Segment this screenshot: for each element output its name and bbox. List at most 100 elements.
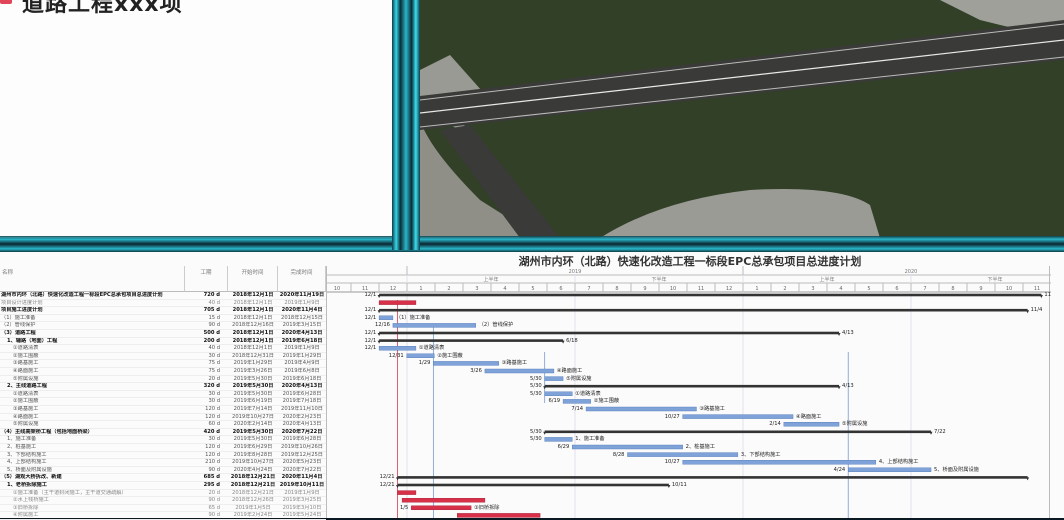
task-end: 2020年4月13日 — [281, 330, 323, 336]
task-duration: 15 d — [208, 314, 220, 321]
half-label: 下半年 — [651, 276, 666, 283]
bar-task-label: ④路面施工 — [796, 413, 822, 420]
table-row[interactable]: （2）管线保护 90 d 2018年12月16日 2019年3月15日 — [0, 322, 326, 330]
task-start: 2018年12月1日 — [233, 299, 273, 306]
task-end: 2019年6月8日 — [284, 368, 320, 374]
bar-task-label: ⑤附属设施 — [566, 375, 592, 382]
bar-start-date: 10/27 — [664, 459, 680, 466]
slide-title-panel: 道路工程xxx项 — [0, 0, 392, 238]
bar-task-label: 5、桥面及附属设施 — [934, 466, 979, 473]
month-label: 3 — [475, 286, 478, 292]
table-row[interactable]: 项目施工进度计划 705 d 2018年12月1日 2020年11月4日 — [0, 307, 326, 315]
month-label: 2 — [447, 286, 450, 292]
month-label: 4 — [503, 286, 506, 292]
table-row[interactable]: 1、施工准备 30 d 2019年5月30日 2019年6月28日 — [0, 436, 326, 444]
table-row[interactable]: 1、老桥拆除施工 295 d 2018年12月21日 2019年10月11日 — [0, 482, 326, 490]
task-name: 1、施工准备 — [7, 436, 37, 443]
table-row[interactable]: ②施工围蔽 30 d 2019年6月19日 2019年7月18日 — [0, 398, 326, 406]
bar-start-date: 1/29 — [418, 360, 431, 367]
task-name: （3）道路工程 — [1, 330, 36, 336]
task-end: 2019年6月18日 — [281, 337, 323, 344]
task-name: ①道路清表 — [13, 390, 39, 397]
critical-task-bar — [397, 490, 417, 495]
table-row[interactable]: ④路面施工 120 d 2019年10月27日 2020年2月23日 — [0, 414, 326, 422]
task-end: 2019年3月10日 — [282, 504, 322, 511]
table-row[interactable]: 3、下部结构施工 120 d 2019年8月28日 2019年12月25日 — [0, 452, 326, 460]
task-bar — [544, 376, 564, 381]
bar-start-date: 12/16 — [374, 322, 390, 329]
task-name: ③路基施工 — [13, 360, 39, 367]
task-start: 2019年5月30日 — [233, 390, 273, 397]
bar-task-label: ③路基施工 — [501, 360, 528, 367]
task-start: 2018年12月1日 — [232, 307, 274, 314]
task-name: 4、上部结构施工 — [7, 459, 47, 466]
month-label: 3 — [811, 286, 814, 292]
bar-start-date: 6/29 — [557, 444, 570, 450]
month-label: 5 — [867, 286, 870, 292]
task-bar — [392, 323, 476, 328]
table-row[interactable]: ③路基施工 120 d 2019年7月14日 2019年11月10日 — [0, 406, 326, 414]
table-row[interactable]: 2、桩基施工 120 d 2019年6月29日 2019年10月26日 — [0, 444, 326, 452]
table-row[interactable]: ③路基施工 75 d 2019年1月29日 2019年4月9日 — [0, 360, 326, 368]
task-start: 2019年10月27日 — [232, 459, 274, 466]
table-row[interactable]: 1、辅路（地面）工程 200 d 2018年12月1日 2019年6月18日 — [0, 338, 326, 346]
table-row[interactable]: ⑤附属设施 60 d 2020年2月14日 2020年4月13日 — [0, 421, 326, 429]
task-duration: 210 d — [205, 459, 220, 466]
task-name: ②水上栈桥施工 — [13, 497, 49, 504]
task-end: 2020年4月13日 — [282, 421, 322, 428]
task-start: 2018年12月26日 — [232, 497, 274, 504]
task-end: 2019年5月24日 — [282, 512, 322, 519]
task-name: 项目设计进度计划 — [1, 299, 43, 306]
table-row[interactable]: ②施工围蔽 30 d 2018年12月31日 2019年1月29日 — [0, 353, 326, 361]
table-row[interactable]: （4）主线高架桥工程（包括地面桥梁） 420 d 2019年5月30日 2020年7月… — [0, 429, 326, 437]
table-row[interactable]: （3）道路工程 500 d 2018年12月1日 2020年4月13日 — [0, 330, 326, 338]
col-header-end: 完成时间 — [278, 266, 326, 292]
table-row[interactable]: 湖州市内环（北路）快速化改造工程一标段EPC总承包项目总进度计划 720 d 201… — [0, 292, 326, 300]
col-header-duration: 工期 — [185, 266, 228, 292]
task-duration: 685 d — [203, 474, 220, 481]
bar-start-date: 5/30 — [530, 383, 542, 390]
task-bar — [627, 452, 739, 457]
bar-start-date: 12/1 — [364, 314, 377, 321]
table-row[interactable]: ④附属施工 90 d 2019年2月24日 2019年5月24日 — [0, 512, 326, 520]
task-duration: 30 d — [208, 352, 220, 359]
task-name: 项目施工进度计划 — [1, 307, 43, 314]
table-row[interactable]: 项目设计进度计划 40 d 2018年12月1日 2019年1月9日 — [0, 300, 326, 308]
task-duration: 60 d — [208, 421, 220, 428]
table-row[interactable]: ①施工准备（主干道封闭施工，主干道交通疏解） 20 d 2018年12月21日 201… — [0, 490, 326, 498]
table-row[interactable]: 5、桥面及附属设施 90 d 2020年4月24日 2020年7月22日 — [0, 467, 326, 475]
month-label: 7 — [587, 286, 590, 292]
table-row[interactable]: ①道路清表 30 d 2019年5月30日 2019年6月28日 — [0, 391, 326, 399]
task-duration: 320 d — [203, 383, 220, 390]
task-name: ④附属施工 — [13, 512, 39, 519]
table-row[interactable]: ②水上栈桥施工 90 d 2018年12月26日 2019年3月25日 — [0, 497, 326, 505]
bar-start-date: 12/1 — [364, 337, 377, 344]
month-label: 10 — [1006, 286, 1012, 292]
task-name: ④路面施工 — [13, 368, 39, 374]
table-row[interactable]: ③旧桥拆除 65 d 2019年1月5日 2019年3月10日 — [0, 505, 326, 513]
half-label: 下半年 — [987, 276, 1002, 283]
task-start: 2018年12月1日 — [233, 345, 273, 352]
task-name: ③路基施工 — [13, 406, 39, 412]
task-duration: 40 d — [208, 345, 220, 352]
bar-task-label: ②施工围蔽 — [437, 352, 463, 359]
table-row[interactable]: ④路面施工 75 d 2019年3月26日 2019年6月8日 — [0, 368, 326, 376]
table-row[interactable]: （1）施工准备 15 d 2018年12月1日 2018年12月15日 — [0, 315, 326, 323]
task-start: 2019年10月27日 — [232, 413, 274, 420]
task-end: 2019年1月29日 — [282, 352, 322, 359]
task-name: （1）施工准备 — [1, 314, 36, 321]
bar-start-date: 5/30 — [530, 436, 542, 443]
table-row[interactable]: （5）湖观大桥拆改、新建 685 d 2018年12月21日 2020年11月4日 — [0, 474, 326, 482]
task-table: 名称 工期 开始时间 完成时间 湖州市内环（北路）快速化改造工程一标段EPC总承… — [0, 266, 326, 520]
table-row[interactable]: ⑤附属设施 20 d 2019年5月30日 2019年6月18日 — [0, 376, 326, 384]
task-start: 2018年12月31日 — [232, 352, 274, 359]
task-start: 2019年1月29日 — [233, 360, 273, 367]
bar-start-date: 1/5 — [399, 504, 409, 511]
critical-task-bar — [401, 497, 486, 503]
task-name: 5、桥面及附属设施 — [7, 466, 52, 473]
task-end: 2020年4月13日 — [281, 383, 323, 390]
table-row[interactable]: 2、主线道路工程 320 d 2019年5月30日 2020年4月13日 — [0, 383, 326, 391]
table-row[interactable]: ①道路清表 40 d 2018年12月1日 2019年1月9日 — [0, 345, 326, 353]
table-row[interactable]: 4、上部结构施工 210 d 2019年10月27日 2020年5月23日 — [0, 459, 326, 467]
task-end: 2018年12月15日 — [281, 314, 323, 321]
